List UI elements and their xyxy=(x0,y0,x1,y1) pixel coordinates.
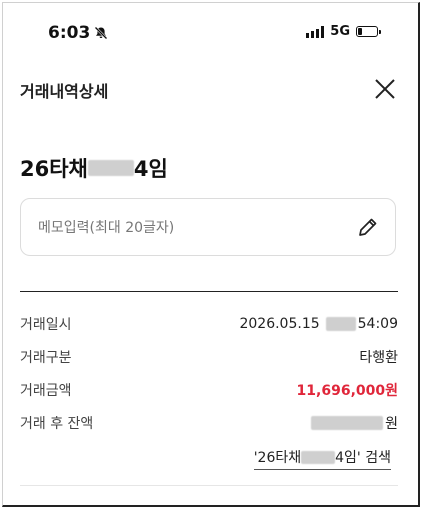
detail-row-datetime: 거래일시 2026.05.15 54:09 xyxy=(20,314,398,334)
transaction-title-suffix: 4임 xyxy=(133,157,168,181)
app-screen: 6:03 5G 거래내역상세 26타채 4임 메모입력(최대 20글자) 거래일… xyxy=(2,2,420,507)
bottom-divider xyxy=(20,485,398,486)
memo-placeholder: 메모입력(최대 20글자) xyxy=(38,220,175,236)
detail-value: 타행환 xyxy=(359,350,398,366)
transaction-title: 26타채 4임 xyxy=(20,153,168,183)
search-link-prefix: '26타채 xyxy=(253,450,302,466)
section-divider xyxy=(20,291,398,292)
masked-text xyxy=(87,160,134,176)
clock-label: 6:03 xyxy=(48,23,91,43)
detail-label: 거래구분 xyxy=(20,350,72,366)
bell-muted-icon xyxy=(94,26,108,40)
detail-row-type: 거래구분 타행환 xyxy=(20,347,398,367)
date-text: 2026.05.15 xyxy=(239,316,320,332)
memo-input[interactable]: 메모입력(최대 20글자) xyxy=(20,198,396,256)
detail-label: 거래금액 xyxy=(20,383,72,399)
amount-value: 11,696,000원 xyxy=(296,383,398,399)
detail-row-amount: 거래금액 11,696,000원 xyxy=(20,380,398,400)
signal-icon xyxy=(306,25,325,38)
network-label: 5G xyxy=(330,24,350,39)
masked-text xyxy=(301,450,336,464)
detail-value: 원 xyxy=(311,413,398,433)
status-time: 6:03 xyxy=(48,23,108,43)
masked-text xyxy=(311,416,384,430)
status-indicators: 5G xyxy=(306,24,381,39)
battery-icon xyxy=(356,26,381,37)
currency-unit: 원 xyxy=(385,416,398,432)
detail-label: 거래 후 잔액 xyxy=(20,416,94,432)
close-icon[interactable] xyxy=(372,76,398,102)
pencil-icon[interactable] xyxy=(357,216,379,238)
search-link-suffix: 4임' 검색 xyxy=(335,450,391,466)
detail-row-balance: 거래 후 잔액 원 xyxy=(20,413,398,433)
detail-value: 2026.05.15 54:09 xyxy=(239,316,398,332)
search-link[interactable]: '26타채 4임' 검색 xyxy=(253,447,391,470)
detail-label: 거래일시 xyxy=(20,317,72,333)
time-text: 54:09 xyxy=(357,316,398,332)
transaction-title-prefix: 26타채 xyxy=(20,157,88,181)
masked-text xyxy=(325,317,356,331)
page-header-title: 거래내역상세 xyxy=(20,82,109,101)
